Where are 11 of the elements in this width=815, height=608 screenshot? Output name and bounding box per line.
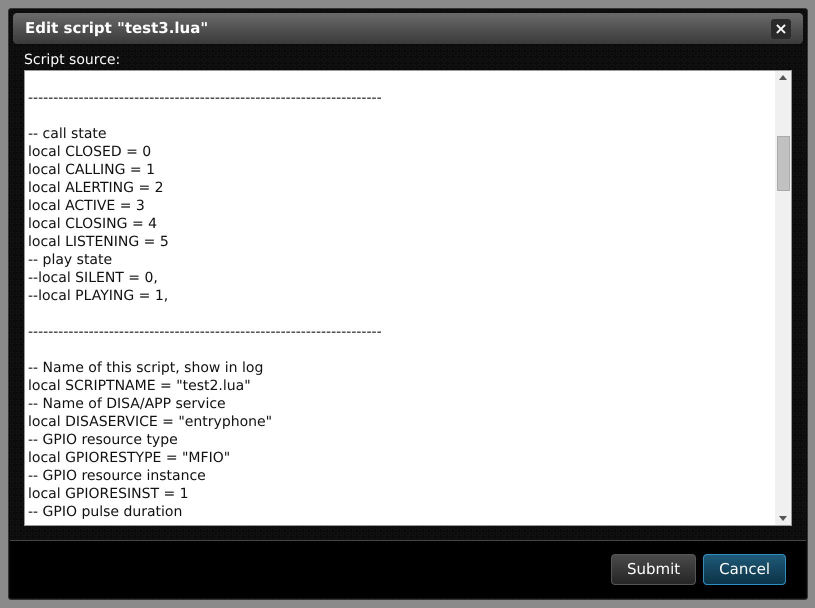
- scrollbar-thumb[interactable]: [776, 136, 790, 190]
- scroll-down-icon[interactable]: [779, 516, 787, 521]
- script-text: ---------------------------------------------------------------------- -- call state local CLOSED = 0 local CALLING = 1 local ALERTING = 2 local ACTIVE = 3 local CLOSING = 4 local LISTENING = 5 -- play state --local SILENT = 0, --local PLAYING = 1, ---------------------------------------------------------------------- -- Name of this script, show in log local SCRIPTNAME = "test2.lua" -- Name of DISA/APP service local DISASERVICE = "entryphone" -- GPIO resource type local GPIORESTYPE = "MFIO" -- GPIO resource instance local GPIORESINST = 1 -- GPIO pulse duration: [27, 89, 383, 522]
- submit-button[interactable]: Submit: [610, 554, 696, 585]
- cancel-button[interactable]: Cancel: [703, 554, 786, 585]
- scroll-up-icon[interactable]: [779, 75, 787, 80]
- dialog-title: Edit script "test3.lua": [25, 18, 208, 40]
- close-button[interactable]: ×: [771, 18, 791, 38]
- script-source-field[interactable]: [24, 70, 792, 526]
- field-label: Script source:: [24, 51, 122, 70]
- scrollbar[interactable]: [775, 71, 791, 525]
